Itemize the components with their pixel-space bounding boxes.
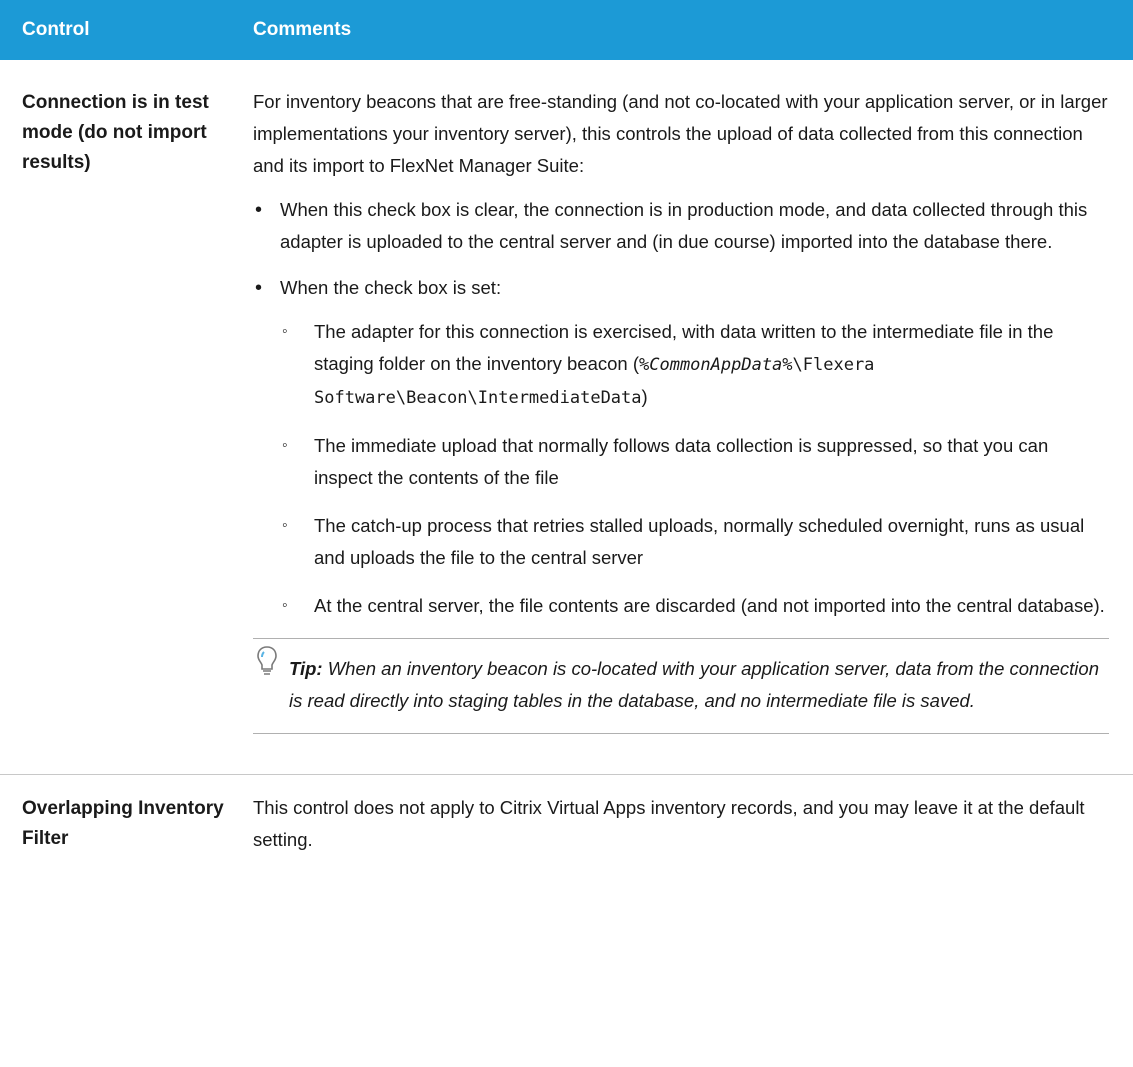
sub-list-item: The catch-up process that retries stalle…	[280, 510, 1109, 574]
settings-table: Control Comments Connection is in test m…	[0, 0, 1133, 872]
list-item: When the check box is set: The adapter f…	[253, 272, 1109, 622]
sub-list: The adapter for this connection is exerc…	[280, 316, 1109, 622]
sub-item-end: )	[641, 386, 648, 407]
control-comments: For inventory beacons that are free-stan…	[253, 60, 1133, 774]
sub-list-item: At the central server, the file contents…	[280, 590, 1109, 622]
tip-box: Tip: When an inventory beacon is co-loca…	[253, 638, 1109, 734]
table-row: Connection is in test mode (do not impor…	[0, 60, 1133, 775]
intro-paragraph: For inventory beacons that are free-stan…	[253, 91, 1108, 176]
table-header: Control Comments	[0, 0, 1133, 60]
bullet-list: When this check box is clear, the connec…	[253, 194, 1109, 622]
tip-body: When an inventory beacon is co-located w…	[289, 658, 1099, 711]
header-control: Control	[22, 19, 90, 40]
path-variable: %CommonAppData%	[639, 355, 793, 375]
control-name: Connection is in test mode (do not impor…	[22, 92, 209, 173]
lightbulb-icon	[257, 646, 277, 675]
control-comments: This control does not apply to Citrix Vi…	[253, 797, 1085, 850]
control-name: Overlapping Inventory Filter	[22, 798, 224, 849]
table-row: Overlapping Inventory Filter This contro…	[0, 775, 1133, 872]
tip-label: Tip:	[289, 658, 323, 679]
header-comments: Comments	[253, 19, 352, 40]
sub-list-item: The immediate upload that normally follo…	[280, 430, 1109, 494]
tip-text-wrapper: Tip: When an inventory beacon is co-loca…	[263, 653, 1109, 717]
list-item-text: When the check box is set:	[280, 277, 502, 298]
list-item: When this check box is clear, the connec…	[253, 194, 1109, 258]
sub-list-item: The adapter for this connection is exerc…	[280, 316, 1109, 414]
